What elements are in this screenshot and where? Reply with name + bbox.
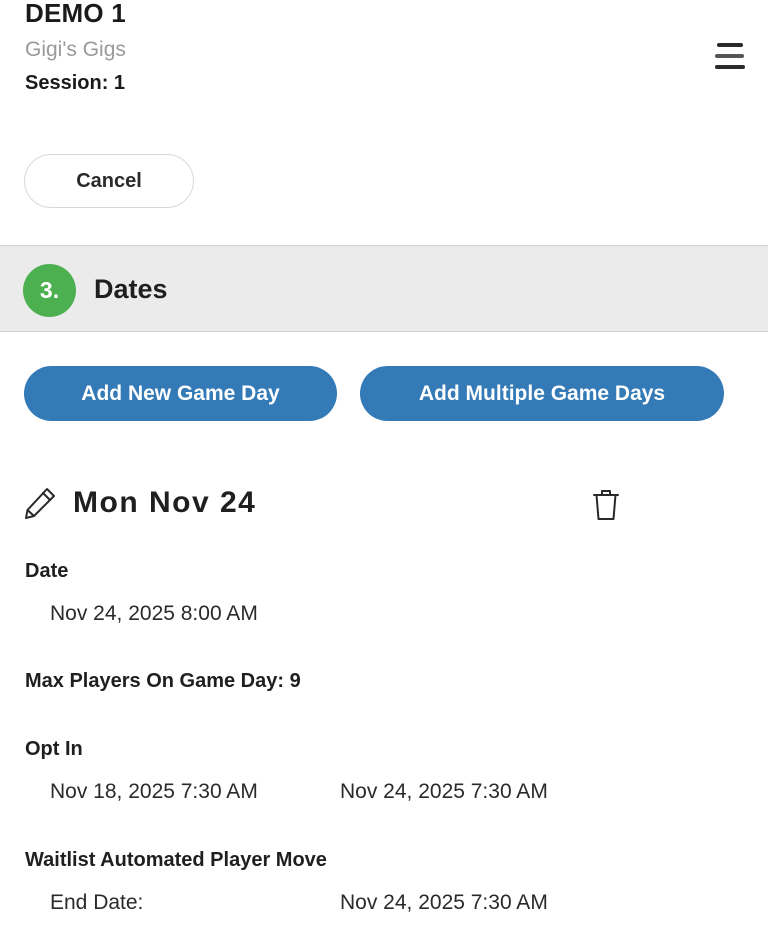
step-number-badge: 3. [23, 264, 76, 317]
page-title: DEMO 1 [25, 0, 126, 28]
add-new-game-day-button[interactable]: Add New Game Day [24, 366, 337, 421]
trash-icon [593, 490, 619, 520]
hamburger-menu-icon [715, 43, 745, 69]
max-players-label: Max Players On Game Day: 9 [25, 670, 301, 692]
opt-in-start-value: Nov 18, 2025 7:30 AM [50, 780, 258, 803]
date-label: Date [25, 560, 69, 582]
date-value: Nov 24, 2025 8:00 AM [50, 602, 258, 625]
delete-game-day-button[interactable] [590, 488, 622, 522]
step-title: Dates [94, 274, 168, 304]
waitlist-label: Waitlist Automated Player Move [25, 849, 327, 871]
game-day-title: Mon Nov 24 [73, 486, 257, 519]
step-header: 3. Dates [0, 245, 768, 332]
end-date-label: End Date: [50, 891, 144, 914]
edit-game-day-button[interactable] [23, 486, 57, 520]
pencil-icon [25, 488, 55, 519]
add-multiple-game-days-button[interactable]: Add Multiple Game Days [360, 366, 724, 421]
page-subtitle: Gigi's Gigs [25, 38, 126, 61]
cancel-button[interactable]: Cancel [24, 154, 194, 208]
game-day-editor: DEMO 1 Gigi's Gigs Session: 1 Cancel 3. … [0, 0, 768, 947]
session-label: Session: 1 [25, 72, 126, 94]
end-date-value: Nov 24, 2025 7:30 AM [340, 891, 548, 914]
menu-button[interactable] [713, 41, 747, 71]
opt-in-end-value: Nov 24, 2025 7:30 AM [340, 780, 548, 803]
opt-in-label: Opt In [25, 738, 83, 760]
